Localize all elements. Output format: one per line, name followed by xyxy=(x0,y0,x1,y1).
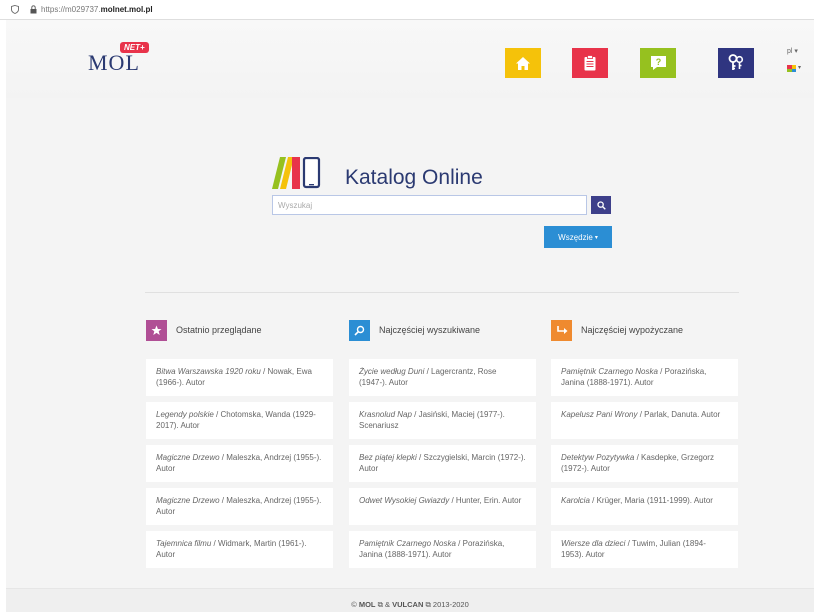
list-item[interactable]: Krasnolud Nap / Jasiński, Maciej (1977-)… xyxy=(349,402,536,439)
list-item[interactable]: Bitwa Warszawska 1920 roku / Nowak, Ewa … xyxy=(146,359,333,396)
search-button[interactable] xyxy=(591,196,611,214)
list-item[interactable]: Pamiętnik Czarnego Noska / Porazińska, J… xyxy=(551,359,738,396)
chevron-down-icon[interactable]: ▾ xyxy=(798,64,801,71)
mol-link[interactable]: MOL xyxy=(359,600,376,609)
list-item[interactable]: Kapelusz Pani Wrony / Parlak, Danuta. Au… xyxy=(551,402,738,439)
return-arrow-icon xyxy=(551,319,572,341)
page-title: Katalog Online xyxy=(345,166,483,189)
vulcan-link[interactable]: VULCAN xyxy=(392,600,423,609)
list-item[interactable]: Magiczne Drzewo / Maleszka, Andrzej (195… xyxy=(146,445,333,482)
section-title: Najczęściej wyszukiwane xyxy=(379,325,481,335)
list-item[interactable]: Odwet Wysokiej Gwiazdy / Hunter, Erin. A… xyxy=(349,488,536,525)
divider xyxy=(145,292,739,293)
list-item[interactable]: Legendy polskie / Chotomska, Wanda (1929… xyxy=(146,402,333,439)
list-item[interactable]: Detektyw Pozytywka / Kasdepke, Grzegorz … xyxy=(551,445,738,482)
language-select[interactable]: pl ▾ xyxy=(787,47,798,55)
list-item[interactable]: Magiczne Drzewo / Maleszka, Andrzej (195… xyxy=(146,488,333,525)
list-item[interactable]: Tajemnica filmu / Widmark, Martin (1961-… xyxy=(146,531,333,568)
search-icon xyxy=(349,319,370,341)
recently-viewed-section: Ostatnio przeglądane Bitwa Warszawska 19… xyxy=(146,319,333,574)
keys-icon xyxy=(728,54,744,70)
logo-badge: NET+ xyxy=(120,42,149,53)
section-header: Ostatnio przeglądane xyxy=(146,319,333,341)
svg-text:?: ? xyxy=(655,57,661,67)
catalog-books-logo-icon xyxy=(272,157,321,189)
search-scope-dropdown[interactable]: Wszędzie ▾ xyxy=(544,226,612,248)
section-title: Najczęściej wypożyczane xyxy=(581,325,684,335)
clipboard-icon xyxy=(584,55,596,71)
lock-icon xyxy=(29,5,37,15)
shield-icon[interactable] xyxy=(10,5,19,15)
section-header: Najczęściej wyszukiwane xyxy=(349,319,536,341)
clipboard-button[interactable] xyxy=(572,48,608,78)
list-item[interactable]: Wiersze dla dzieci / Tuwim, Julian (1894… xyxy=(551,531,738,568)
login-button[interactable] xyxy=(718,48,754,78)
list-item[interactable]: Bez piątej klepki / Szczygielski, Marcin… xyxy=(349,445,536,482)
page: MOL NET+ ? pl ▾ ▾ Katalog Online Wyszuka… xyxy=(6,20,814,612)
theme-color-icon[interactable] xyxy=(787,65,796,72)
list-item[interactable]: Karolcia / Krüger, Maria (1911-1999). Au… xyxy=(551,488,738,525)
home-icon xyxy=(516,56,530,70)
help-speech-icon: ? xyxy=(650,56,666,70)
logo-text: MOL xyxy=(88,50,140,75)
mol-net-logo[interactable]: MOL NET+ xyxy=(88,42,149,76)
chevron-down-icon: ▾ xyxy=(594,234,598,241)
list-item[interactable]: Życie według Duni / Lagercrantz, Rose (1… xyxy=(349,359,536,396)
section-header: Najczęściej wypożyczane xyxy=(551,319,738,341)
home-button[interactable] xyxy=(505,48,541,78)
search-input[interactable] xyxy=(272,195,587,215)
list-item[interactable]: Pamiętnik Czarnego Noska / Porazińska, J… xyxy=(349,531,536,568)
most-searched-section: Najczęściej wyszukiwane Życie według Dun… xyxy=(349,319,536,574)
url-text[interactable]: https://m029737.molnet.mol.pl xyxy=(41,5,153,14)
search-icon xyxy=(596,200,606,210)
section-title: Ostatnio przeglądane xyxy=(176,325,262,335)
footer: © MOL ⧉ & VULCAN ⧉ 2013-2020 xyxy=(6,588,814,612)
help-button[interactable]: ? xyxy=(640,48,676,78)
most-borrowed-section: Najczęściej wypożyczane Pamiętnik Czarne… xyxy=(551,319,738,574)
site-header: MOL NET+ ? pl ▾ ▾ xyxy=(6,20,814,98)
star-icon xyxy=(146,319,167,341)
browser-address-bar[interactable]: https://m029737.molnet.mol.pl xyxy=(0,0,814,20)
